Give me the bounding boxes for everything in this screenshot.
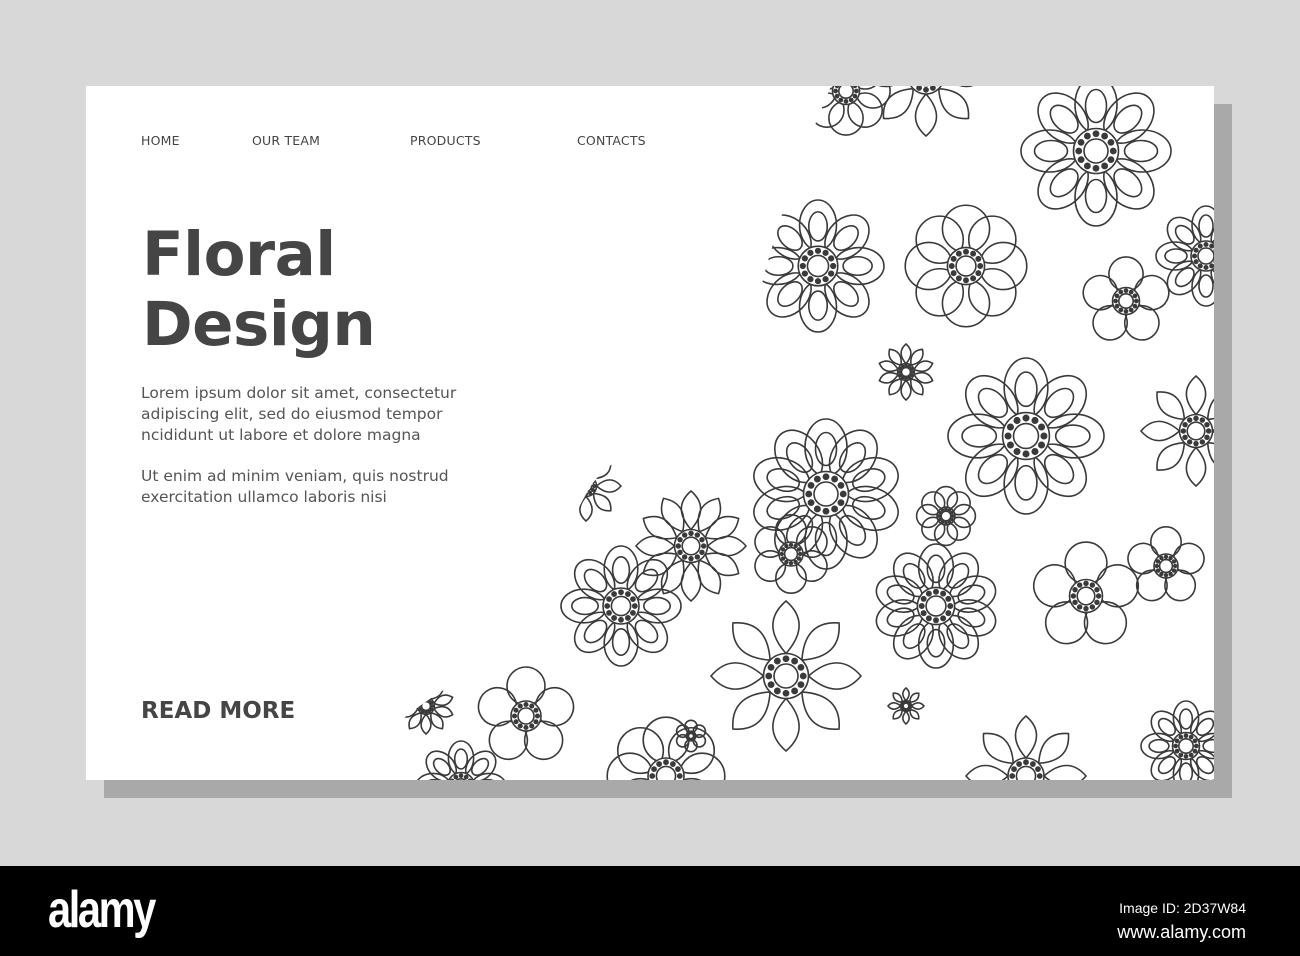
- page-title: Floral Design: [142, 219, 376, 360]
- flower-motif: [964, 714, 1088, 780]
- watermark-bar: alamy Image ID: 2D37W84 www.alamy.com: [0, 866, 1300, 956]
- flower-motif: [915, 485, 977, 547]
- flower-motif: [1082, 256, 1170, 341]
- nav-products[interactable]: PRODUCTS: [410, 133, 481, 148]
- intro-paragraph: Lorem ipsum dolor sit amet, consectetur …: [141, 384, 457, 444]
- title-line-1: Floral: [142, 219, 336, 290]
- flower-motif: [675, 719, 707, 753]
- secondary-paragraph: Ut enim ad minim veniam, quis nostrud ex…: [141, 467, 449, 506]
- flower-motif: [560, 545, 682, 667]
- flower-motif: [801, 86, 891, 136]
- flower-motif: [549, 449, 623, 523]
- flower-motif: [875, 543, 997, 669]
- flower-motif: [878, 342, 934, 402]
- watermark-url: www.alamy.com: [1117, 922, 1246, 942]
- flower-motif: [398, 676, 454, 736]
- flower-motif: [904, 204, 1028, 328]
- flower-motif: [634, 489, 748, 603]
- flower-motif: [709, 599, 863, 753]
- landing-page-card: HOME OUR TEAM PRODUCTS CONTACTS Floral D…: [86, 86, 1214, 780]
- flower-motif: [751, 199, 885, 333]
- flower-motif: [1139, 374, 1214, 488]
- flower-motif: [606, 716, 726, 780]
- flower-motif: [947, 357, 1105, 515]
- read-more-button[interactable]: READ MORE: [141, 698, 295, 724]
- flower-motif: [864, 86, 988, 138]
- flower-motif: [1032, 541, 1140, 645]
- mockup-background: HOME OUR TEAM PRODUCTS CONTACTS Floral D…: [0, 0, 1300, 866]
- flower-motif: [1140, 700, 1214, 780]
- alamy-logo: alamy: [48, 881, 156, 939]
- flower-motif: [415, 740, 507, 780]
- image-id: Image ID: 2D37W84: [1119, 900, 1246, 916]
- flower-motif: [1020, 86, 1172, 227]
- title-line-2: Design: [142, 289, 376, 360]
- nav-home[interactable]: HOME: [141, 133, 180, 148]
- flower-motif: [1155, 205, 1214, 307]
- nav-our-team[interactable]: OUR TEAM: [252, 133, 320, 148]
- nav-contacts[interactable]: CONTACTS: [577, 133, 646, 148]
- flower-motif: [886, 686, 926, 726]
